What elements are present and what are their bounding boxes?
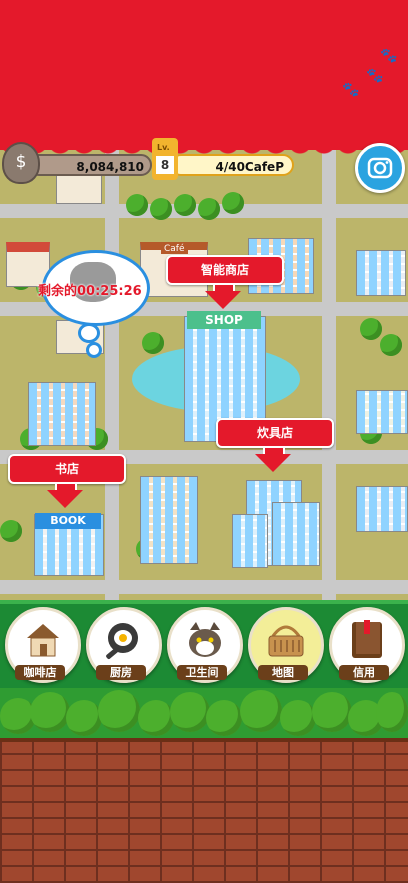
cat-face-icon: [189, 622, 221, 657]
cafe-points-counter: 4/40CafeP: [170, 154, 294, 176]
paw-icon: 🐾: [342, 82, 360, 98]
road: [105, 150, 119, 600]
book-sign: BOOK: [35, 513, 101, 529]
nav-restroom-label: 卫生间: [177, 665, 227, 680]
nav-bar-edge: [0, 600, 408, 604]
money-counter: 8,084,810: [28, 154, 152, 176]
top-banner: 🐾 🐾 🐾: [0, 0, 408, 150]
road: [322, 150, 336, 600]
paw-icon: 🐾: [380, 48, 398, 64]
bookstore-label[interactable]: 书店: [8, 454, 126, 484]
apartment-building[interactable]: [140, 476, 198, 564]
shop-sign: SHOP: [187, 311, 261, 329]
brick-wall: [0, 742, 408, 883]
countdown-timer: 剩余的00:25:26: [38, 284, 142, 299]
bubble-dot: [78, 323, 100, 343]
town-map[interactable]: Café SHOP BOOK: [0, 150, 408, 600]
apartment-building[interactable]: [356, 250, 406, 296]
cafe-house-icon: [27, 624, 59, 657]
basket-icon: [268, 625, 304, 657]
book-icon: [352, 620, 382, 658]
paw-icon: 🐾: [366, 68, 384, 84]
camera-button[interactable]: [355, 143, 405, 193]
nav-credit-label: 信用: [339, 665, 389, 680]
kitchenware-label[interactable]: 炊具店: [216, 418, 334, 448]
cafe-sign: Café: [161, 244, 188, 254]
nav-cafe-label: 咖啡店: [15, 665, 65, 680]
bookstore-building[interactable]: BOOK: [34, 513, 104, 576]
hedge-decoration: [0, 688, 408, 744]
level-prefix: Lv.: [157, 143, 170, 152]
smart-shop-label[interactable]: 智能商店: [166, 255, 284, 285]
road: [0, 580, 408, 594]
apartment-building[interactable]: [356, 486, 408, 532]
office-tower[interactable]: [232, 514, 268, 568]
bubble-dot: [86, 342, 102, 358]
dollar-bag-icon: $: [2, 142, 40, 184]
nav-map-label: 地图: [258, 665, 308, 680]
level-number: 8: [156, 156, 174, 174]
nav-kitchen-label: 厨房: [96, 665, 146, 680]
office-tower[interactable]: [272, 502, 320, 566]
apartment-building[interactable]: [28, 382, 96, 446]
camera-icon: [367, 157, 393, 179]
school-building[interactable]: [356, 390, 408, 434]
frying-pan-icon: [106, 623, 138, 659]
